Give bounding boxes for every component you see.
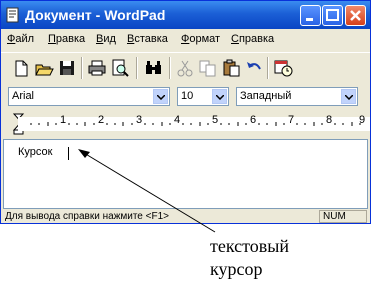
annotation-arrow: [78, 149, 216, 233]
annotation-line-2: курсор: [210, 259, 263, 279]
annotation-line-1: текстовый: [210, 236, 289, 256]
